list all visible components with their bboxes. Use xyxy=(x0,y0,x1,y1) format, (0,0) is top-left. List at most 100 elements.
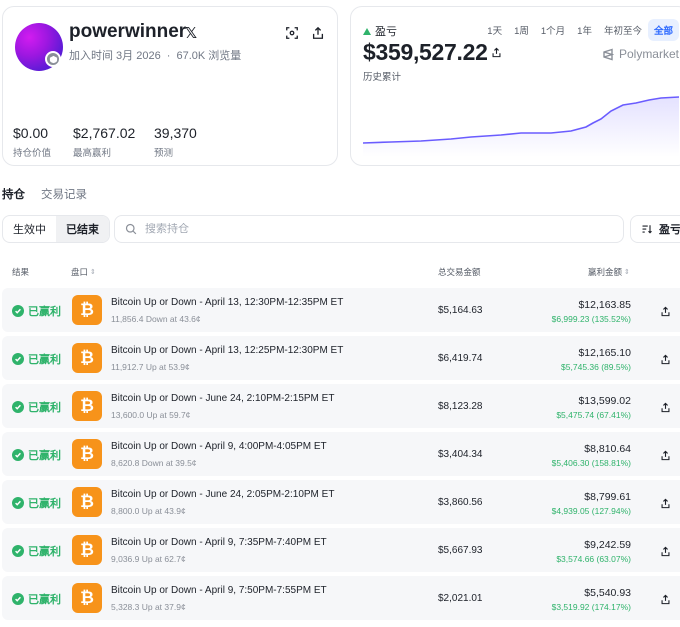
bitcoin-icon: ₿ xyxy=(72,295,102,325)
pnl-label: 盈亏 xyxy=(363,23,397,39)
share-icon[interactable] xyxy=(660,304,672,317)
header-market[interactable]: 盘口 ⇕ xyxy=(71,266,96,278)
bitcoin-icon: ₿ xyxy=(72,583,102,613)
table-row[interactable]: 已赢利 ₿ Bitcoin Up or Down - June 24, 2:05PM… xyxy=(2,480,680,524)
x-social-icon[interactable]: 𝕏 xyxy=(181,23,201,43)
table-row[interactable]: 已赢利 ₿ Bitcoin Up or Down - April 9, 4:00PM… xyxy=(2,432,680,476)
username: powerwinner xyxy=(69,21,187,42)
stat-position-value: $0.00 持仓价值 xyxy=(13,125,51,159)
total-traded: $6,419.74 xyxy=(438,353,483,364)
header-win[interactable]: 赢利金额 ⇕ xyxy=(588,266,630,278)
market-title[interactable]: Bitcoin Up or Down - April 13, 12:25PM-1… xyxy=(111,345,343,356)
polymarket-logo-icon xyxy=(603,48,614,60)
share-icon[interactable] xyxy=(309,24,327,42)
share-icon[interactable] xyxy=(660,592,672,605)
header-total: 总交易金额 xyxy=(438,267,481,277)
status-segmented-control: 生效中 已结束 xyxy=(2,215,110,243)
market-title[interactable]: Bitcoin Up or Down - June 24, 2:05PM-2:1… xyxy=(111,489,334,500)
range-tab[interactable]: 年初至今 xyxy=(598,19,648,41)
range-tab[interactable]: 1天 xyxy=(481,19,508,41)
stat-value: $0.00 xyxy=(13,125,49,141)
market-title[interactable]: Bitcoin Up or Down - April 9, 7:50PM-7:5… xyxy=(111,585,327,596)
profile-card: powerwinner 𝕏 加入时间 3月 2026 · 67.0K 浏览量 $… xyxy=(2,6,338,166)
result-label: 已赢利 xyxy=(28,498,61,510)
table-row[interactable]: 已赢利 ₿ Bitcoin Up or Down - April 13, 12:30… xyxy=(2,288,680,332)
total-traded: $8,123.28 xyxy=(438,401,483,412)
tab-positions[interactable]: 持仓 xyxy=(2,186,25,202)
win-amount: $8,799.61 xyxy=(584,491,631,503)
total-traded: $3,860.56 xyxy=(438,497,483,508)
pnl-area xyxy=(363,97,679,157)
result-label: 已赢利 xyxy=(28,402,61,414)
stat-value: $2,767.02 xyxy=(73,125,136,141)
check-circle-icon xyxy=(12,497,24,509)
bitcoin-icon: ₿ xyxy=(72,391,102,421)
result-badge: 已赢利 xyxy=(12,543,61,559)
meta-separator: · xyxy=(166,50,171,62)
stat-label: 预测 xyxy=(154,148,174,159)
win-amount: $13,599.02 xyxy=(578,395,631,407)
range-tab[interactable]: 1个月 xyxy=(535,19,571,41)
table-header: 结果 盘口 ⇕ 总交易金额 赢利金额 ⇕ xyxy=(0,266,680,280)
result-badge: 已赢利 xyxy=(12,447,61,463)
share-icon[interactable] xyxy=(660,544,672,557)
share-icon[interactable] xyxy=(660,496,672,509)
position-detail: 11,856.4 Down at 43.6¢ xyxy=(111,314,201,324)
sort-label: 盈亏 xyxy=(659,224,680,236)
table-row[interactable]: 已赢利 ₿ Bitcoin Up or Down - April 9, 7:35PM… xyxy=(2,528,680,572)
bitcoin-icon: ₿ xyxy=(72,439,102,469)
profit-detail: $6,999.23 (135.52%) xyxy=(551,314,631,324)
range-tab[interactable]: 1年 xyxy=(571,19,598,41)
sort-icon xyxy=(642,225,652,234)
market-title[interactable]: Bitcoin Up or Down - June 24, 2:10PM-2:1… xyxy=(111,393,334,404)
total-traded: $5,164.63 xyxy=(438,305,483,316)
search-box xyxy=(114,215,624,243)
table-row[interactable]: 已赢利 ₿ Bitcoin Up or Down - April 13, 12:25… xyxy=(2,336,680,380)
range-tab[interactable]: 1周 xyxy=(508,19,535,41)
market-title[interactable]: Bitcoin Up or Down - April 9, 4:00PM-4:0… xyxy=(111,441,327,452)
profit-detail: $5,406.30 (158.81%) xyxy=(551,458,631,468)
search-input[interactable] xyxy=(145,223,545,235)
pnl-value: $359,527.22 xyxy=(363,39,488,65)
position-detail: 8,800.0 Up at 43.9¢ xyxy=(111,506,186,516)
header-win-label: 赢利金额 xyxy=(588,267,623,277)
position-detail: 8,620.8 Down at 39.5¢ xyxy=(111,458,197,468)
total-traded: $5,667.93 xyxy=(438,545,483,556)
win-amount: $12,163.85 xyxy=(578,299,631,311)
profile-meta: 加入时间 3月 2026 · 67.0K 浏览量 xyxy=(69,47,244,63)
share-icon[interactable] xyxy=(660,448,672,461)
table-row[interactable]: 已赢利 ₿ Bitcoin Up or Down - April 9, 7:50PM… xyxy=(2,576,680,620)
check-circle-icon xyxy=(12,353,24,365)
sort-button[interactable]: 盈亏 xyxy=(630,215,680,243)
position-detail: 13,600.0 Up at 59.7¢ xyxy=(111,410,191,420)
position-detail: 5,328.3 Up at 37.9¢ xyxy=(111,602,186,612)
segment-closed[interactable]: 已结束 xyxy=(56,216,109,242)
result-label: 已赢利 xyxy=(28,306,61,318)
segment-active[interactable]: 生效中 xyxy=(3,216,56,242)
tab-activity[interactable]: 交易记录 xyxy=(41,186,87,202)
market-title[interactable]: Bitcoin Up or Down - April 9, 7:35PM-7:4… xyxy=(111,537,327,548)
profit-detail: $5,475.74 (67.41%) xyxy=(556,410,631,420)
sort-arrows-icon: ⇕ xyxy=(90,269,96,276)
scan-icon[interactable] xyxy=(283,24,301,42)
result-badge: 已赢利 xyxy=(12,591,61,607)
polymarket-brand: Polymarket xyxy=(602,47,679,61)
win-amount: $9,242.59 xyxy=(584,539,631,551)
up-triangle-icon xyxy=(363,27,371,35)
market-title[interactable]: Bitcoin Up or Down - April 13, 12:30PM-1… xyxy=(111,297,343,308)
share-icon[interactable] xyxy=(660,352,672,365)
total-traded: $3,404.34 xyxy=(438,449,483,460)
stat-predictions: 39,370 预测 xyxy=(154,125,197,159)
share-icon[interactable] xyxy=(660,400,672,413)
share-icon[interactable] xyxy=(491,45,505,59)
check-circle-icon xyxy=(12,401,24,413)
pnl-history-chart xyxy=(362,96,680,157)
range-tab[interactable]: 全部 xyxy=(647,19,679,41)
result-label: 已赢利 xyxy=(28,450,61,462)
check-circle-icon xyxy=(12,305,24,317)
section-tabs: 持仓 交易记录 xyxy=(2,186,87,202)
profit-detail: $3,519.92 (174.17%) xyxy=(551,602,631,612)
pnl-card: 盈亏 1天 1周 1个月 1年 年初至今 全部 $359,527.22 历史累计 Poly… xyxy=(350,6,680,166)
check-circle-icon xyxy=(12,545,24,557)
table-row[interactable]: 已赢利 ₿ Bitcoin Up or Down - June 24, 2:10PM… xyxy=(2,384,680,428)
